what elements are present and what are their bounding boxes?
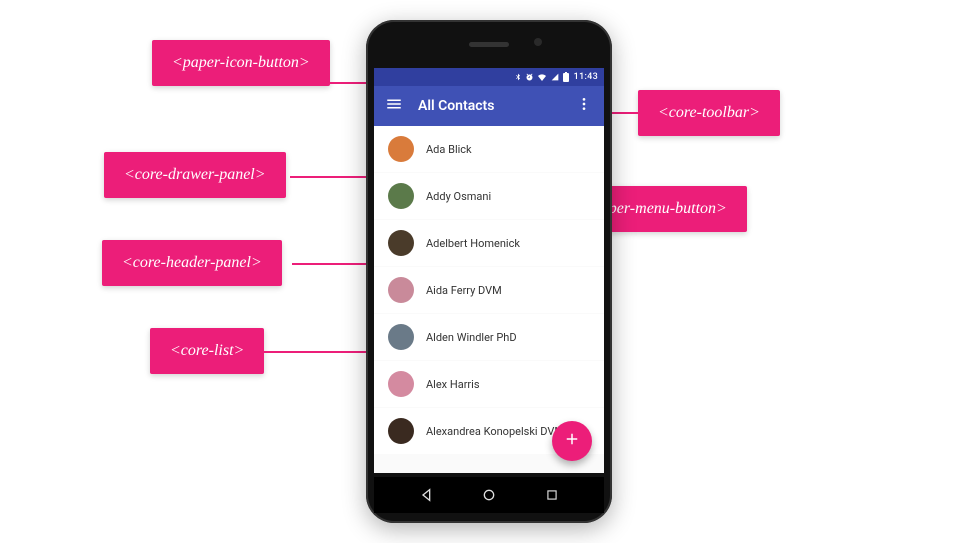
- more-vert-icon: [576, 96, 592, 116]
- avatar: [388, 277, 414, 303]
- leader-core-list: [256, 351, 374, 353]
- callout-core-drawer-panel: <core-drawer-panel>: [104, 152, 286, 198]
- contact-name: Aida Ferry DVM: [426, 284, 502, 297]
- plus-icon: [563, 430, 581, 452]
- avatar: [388, 418, 414, 444]
- wifi-icon: [537, 73, 547, 81]
- clock-text: 11:43: [574, 72, 598, 82]
- avatar: [388, 371, 414, 397]
- overflow-button[interactable]: [570, 92, 598, 120]
- callout-core-header-panel: <core-header-panel>: [102, 240, 282, 286]
- battery-icon: [563, 72, 569, 82]
- list-item[interactable]: Aida Ferry DVM: [374, 267, 604, 314]
- callout-core-toolbar: <core-toolbar>: [638, 90, 780, 136]
- menu-button[interactable]: [380, 92, 408, 120]
- signal-icon: [550, 73, 560, 81]
- alarm-icon: [525, 73, 534, 82]
- contact-name: Alden Windler PhD: [426, 331, 517, 344]
- hamburger-icon: [385, 95, 403, 117]
- callout-core-list: <core-list>: [150, 328, 264, 374]
- contact-name: Ada Blick: [426, 143, 472, 156]
- contact-name: Alex Harris: [426, 378, 480, 391]
- avatar: [388, 136, 414, 162]
- nav-back[interactable]: [417, 485, 437, 505]
- list-item[interactable]: Addy Osmani: [374, 173, 604, 220]
- leader-core-header-panel: [292, 263, 374, 265]
- callout-paper-icon-button: <paper-icon-button>: [152, 40, 330, 86]
- contact-name: Adelbert Homenick: [426, 237, 520, 250]
- leader-core-drawer-panel: [290, 176, 374, 178]
- phone-screen: 11:43 All Contacts Ada Blick: [374, 68, 604, 473]
- list-item[interactable]: Adelbert Homenick: [374, 220, 604, 267]
- list-item[interactable]: Alden Windler PhD: [374, 314, 604, 361]
- core-list: Ada Blick Addy Osmani Adelbert Homenick …: [374, 126, 604, 455]
- android-status-bar: 11:43: [374, 68, 604, 86]
- bluetooth-icon: [514, 72, 522, 82]
- avatar: [388, 230, 414, 256]
- list-item[interactable]: Ada Blick: [374, 126, 604, 173]
- fab-add[interactable]: [552, 421, 592, 461]
- contact-name: Alexandrea Konopelski DVM: [426, 425, 564, 438]
- avatar: [388, 183, 414, 209]
- nav-recents[interactable]: [542, 485, 562, 505]
- android-nav-bar: [374, 477, 604, 513]
- phone-frame: 11:43 All Contacts Ada Blick: [366, 20, 612, 523]
- avatar: [388, 324, 414, 350]
- list-item[interactable]: Alex Harris: [374, 361, 604, 408]
- core-toolbar: All Contacts: [374, 86, 604, 126]
- nav-home[interactable]: [479, 485, 499, 505]
- toolbar-title: All Contacts: [418, 98, 560, 114]
- contact-name: Addy Osmani: [426, 190, 491, 203]
